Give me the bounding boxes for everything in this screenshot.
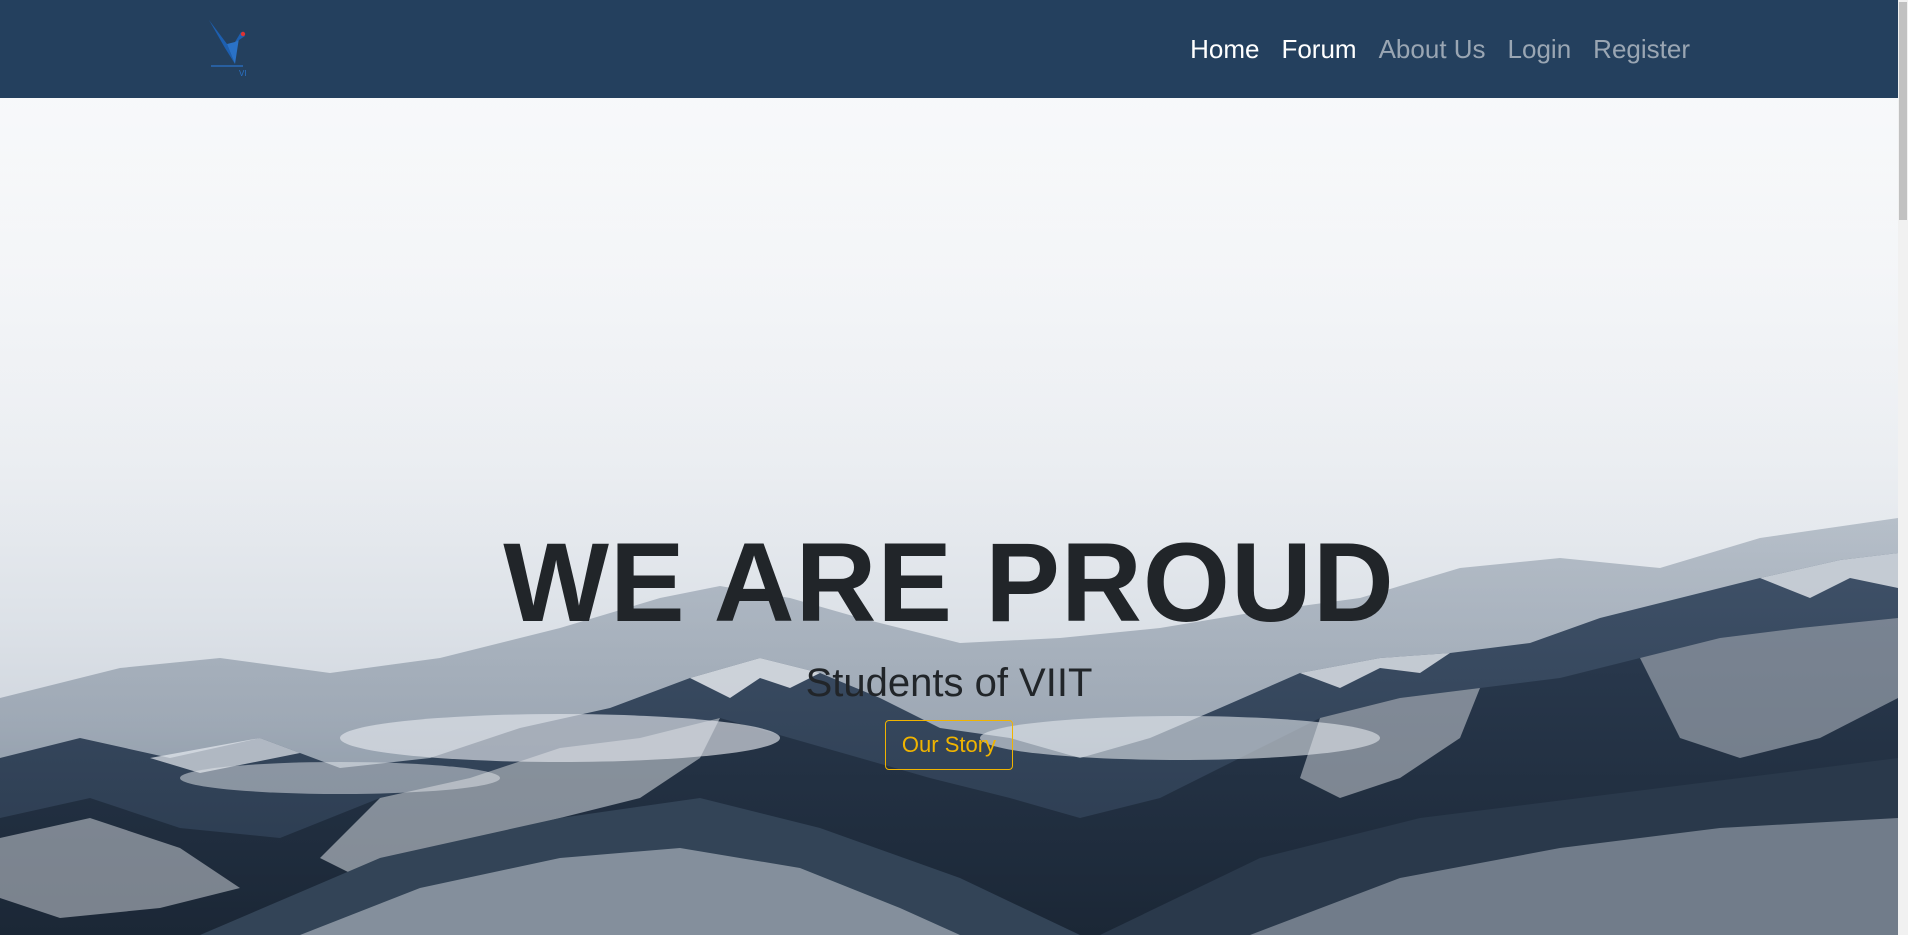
top-navbar: VI Home Forum About Us Login Register: [0, 0, 1898, 98]
brand-logo[interactable]: VI: [205, 18, 255, 78]
nav-forum-link[interactable]: Forum: [1270, 34, 1367, 65]
hero-title: WE ARE PROUD: [503, 520, 1395, 645]
our-story-button[interactable]: Our Story: [885, 720, 1013, 770]
mountain-background-image: [0, 98, 1898, 935]
nav-register-link[interactable]: Register: [1582, 34, 1701, 65]
nav-home-link[interactable]: Home: [1179, 34, 1270, 65]
nav-login-link[interactable]: Login: [1497, 34, 1583, 65]
bird-logo-icon: VI: [209, 20, 247, 78]
page: VI Home Forum About Us Login Register WE…: [0, 0, 1908, 935]
svg-text:VI: VI: [239, 69, 247, 78]
nav-links: Home Forum About Us Login Register: [1179, 0, 1701, 98]
scrollbar-thumb[interactable]: [1899, 2, 1907, 220]
vertical-scrollbar[interactable]: [1898, 0, 1908, 935]
hero-subtitle: Students of VIIT: [805, 661, 1093, 705]
hero-section: WE ARE PROUD Students of VIIT Our Story: [0, 98, 1898, 935]
nav-about-link[interactable]: About Us: [1368, 34, 1497, 65]
